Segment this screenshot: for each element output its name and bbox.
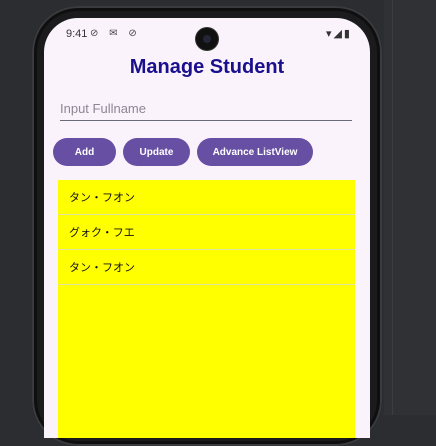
add-button[interactable]: Add (53, 138, 116, 166)
notification-icons: ⊘ ✉ ⊘ (90, 28, 141, 39)
status-bar: 9:41 ⊘ ✉ ⊘ ▾◢▮ (44, 18, 370, 52)
advance-listview-button[interactable]: Advance ListView (197, 138, 313, 166)
update-button[interactable]: Update (123, 138, 190, 166)
fullname-input[interactable] (60, 98, 352, 118)
app-screen: 9:41 ⊘ ✉ ⊘ ▾◢▮ Manage Student Add Update… (44, 18, 370, 438)
list-item[interactable]: タン・フオン (58, 180, 355, 215)
list-item[interactable]: グォク・フエ (58, 215, 355, 250)
student-list[interactable]: タン・フオン グォク・フエ タン・フオン (58, 180, 355, 438)
list-item[interactable]: タン・フオン (58, 250, 355, 285)
panel-divider (392, 0, 393, 415)
fullname-field-container (60, 98, 352, 121)
signal-battery-icons: ▾◢▮ (325, 28, 352, 40)
page-title: Manage Student (129, 56, 285, 78)
camera-cutout (196, 28, 218, 50)
status-time: 9:41 (66, 28, 88, 40)
ide-side-panel (384, 0, 436, 415)
